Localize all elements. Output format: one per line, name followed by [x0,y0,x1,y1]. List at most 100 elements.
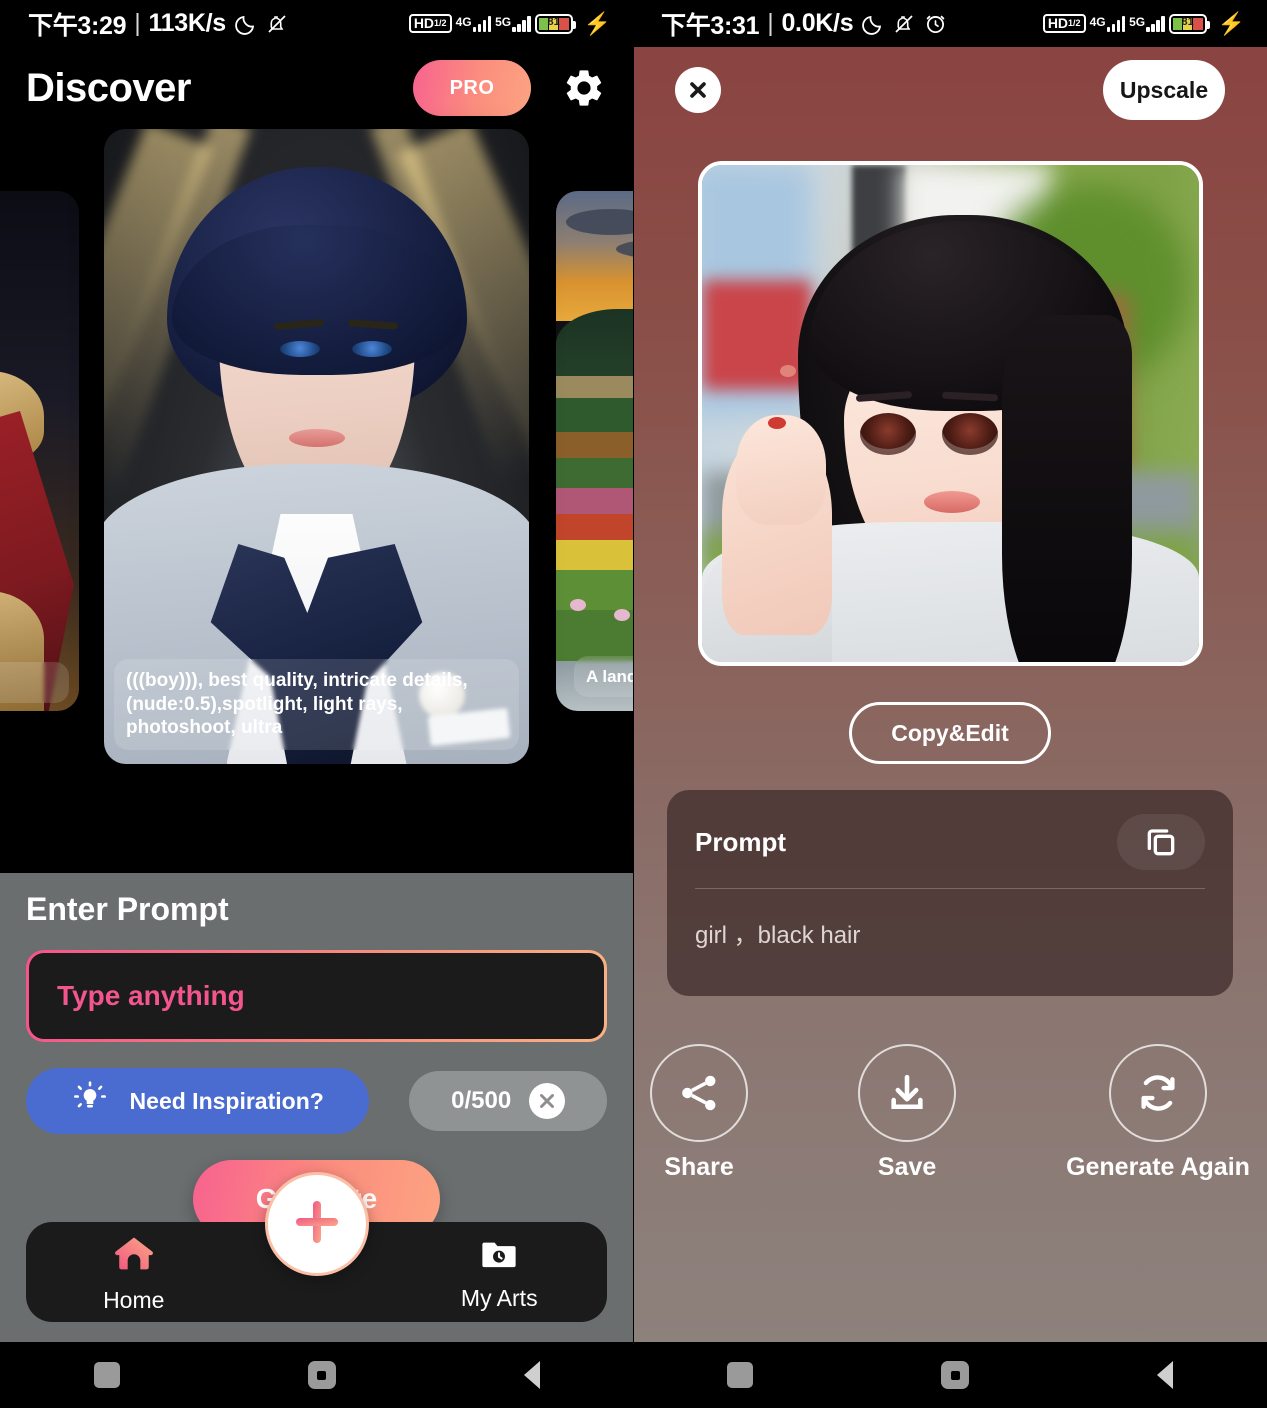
copy-icon[interactable] [1117,814,1205,870]
left-screen: 下午3:29 | 113K/s HD 1/2 4G 5G 81 ⚡ Discov… [0,0,633,1342]
hd-voice-badge: HD 1/2 [408,14,452,33]
network-speed: 0.0K/s [781,9,854,37]
download-icon [858,1044,957,1142]
battery-level: 81 [547,15,560,28]
card-caption: (((boy))), best quality, intricate detai… [114,658,519,750]
status-left-group: 下午3:31 | 0.0K/s [661,6,948,42]
back-chevron-icon[interactable] [1157,1361,1174,1389]
prompt-input-frame[interactable]: Type anything [26,950,607,1042]
hd-sub: 1/2 [434,18,447,28]
dual-screenshot: 下午3:29 | 113K/s HD 1/2 4G 5G 81 ⚡ Discov… [0,0,1267,1408]
generate-again-label: Generate Again [1066,1153,1250,1181]
plus-icon [287,1192,347,1257]
bell-muted-icon [895,14,913,33]
status-separator: | [767,9,774,37]
signal-bars-2 [1146,15,1165,32]
signal-5g: 5G [495,15,531,32]
hd-label: HD [1047,15,1069,31]
copy-edit-row: Copy&Edit [633,702,1267,764]
battery-indicator: 81 [1168,13,1210,34]
hd-label: HD [413,15,435,31]
square-icon[interactable] [93,1362,120,1388]
add-create-fab[interactable] [264,1172,369,1276]
prompt-input-placeholder: Type anything [57,980,245,1011]
sidebar-item-home[interactable]: Home [26,1231,242,1314]
artwork-fantasy-warrior [0,191,79,711]
need-inspiration-label: Need Inspiration? [129,1087,324,1114]
signal-bars-2 [512,15,531,32]
prompt-card-header: Prompt [695,814,1205,870]
clock-time: 下午3:31 [661,11,760,40]
moon-icon [235,15,254,35]
signal-bars-1 [1106,15,1126,32]
home-icon [109,1231,159,1283]
net-label-5g: 5G [495,15,512,29]
generated-image[interactable] [697,161,1203,666]
signal-5g: 5G [1129,15,1165,32]
bell-muted-icon [268,14,286,33]
screen-divider [633,0,634,1408]
sidebar-item-my-arts[interactable]: My Arts [392,1233,608,1312]
discover-header: Discover PRO [0,47,633,129]
close-icon[interactable] [675,67,721,113]
page-title: Discover [26,65,191,110]
status-icon-group [234,12,289,36]
status-right-group: HD 1/2 4G 5G 81 ⚡ [1042,10,1245,37]
carousel-card-prev[interactable]: rt, tic, [0,191,79,711]
copy-and-edit-button[interactable]: Copy&Edit [849,702,1051,764]
left-app-body: Discover PRO (((boy))), best quality, in… [0,47,633,1342]
discover-carousel[interactable]: rt, tic, [0,129,633,789]
save-button[interactable]: Save [858,1044,957,1182]
hd-voice-badge: HD 1/2 [1042,14,1086,33]
android-nav-left [0,1342,634,1408]
lightbulb-icon [72,1080,108,1122]
hd-sub: 1/2 [1068,18,1081,28]
card-caption: A lands ground [574,655,633,697]
home-square-icon[interactable] [941,1361,970,1389]
result-screen-body: Upscale Copy&Edit Prompt girl ，black hai… [633,47,1267,1342]
share-button[interactable]: Share [650,1044,749,1182]
nav-label-my-arts: My Arts [460,1284,538,1311]
carousel-card-active[interactable]: (((boy))), best quality, intricate detai… [104,129,529,764]
moon-icon [862,15,882,35]
net-label-4g: 4G [455,15,472,29]
net-label-4g: 4G [1089,15,1106,29]
charging-bolt-icon: ⚡ [1217,10,1245,36]
card-caption: rt, tic, [0,661,69,703]
prompt-input[interactable]: Type anything [29,953,604,1039]
net-label-5g: 5G [1129,15,1146,29]
carousel-card-next[interactable]: A lands ground [556,191,633,711]
nav-label-home: Home [103,1286,165,1313]
need-inspiration-button[interactable]: Need Inspiration? [26,1068,370,1134]
section-label-enter-prompt: Enter Prompt [26,891,229,927]
share-label: Share [664,1153,734,1181]
generate-again-button[interactable]: Generate Again [1066,1044,1250,1182]
network-speed: 113K/s [148,9,226,37]
square-icon[interactable] [727,1362,754,1388]
result-actions-row: Share Save Generate Again [633,1044,1267,1182]
home-square-icon[interactable] [307,1361,336,1389]
folder-clock-icon [476,1233,522,1281]
charging-bolt-icon: ⚡ [583,10,611,36]
battery-level: 81 [1181,15,1194,28]
clock-time: 下午3:29 [28,11,127,40]
artwork-landscape-field [556,191,633,711]
signal-4g: 4G [456,15,492,32]
battery-indicator: 81 [534,13,576,34]
result-header: Upscale [633,47,1267,133]
android-nav-right [634,1342,1267,1408]
back-chevron-icon[interactable] [523,1361,540,1389]
right-screen: 下午3:31 | 0.0K/s HD 1/2 4G 5G 81 ⚡ Upscal… [633,0,1267,1342]
status-right-group: HD 1/2 4G 5G 81 ⚡ [408,10,611,37]
status-icon-group [861,11,948,36]
pro-button[interactable]: PRO [413,60,531,116]
status-bar-left: 下午3:29 | 113K/s HD 1/2 4G 5G 81 ⚡ [0,0,633,47]
gear-icon[interactable] [561,65,607,111]
char-count-pill[interactable]: 0/500 [409,1071,607,1131]
close-icon[interactable] [529,1083,566,1119]
upscale-button[interactable]: Upscale [1103,60,1225,120]
prompt-card-text: girl ，black hair [695,922,861,949]
signal-4g: 4G [1090,15,1126,32]
save-label: Save [877,1153,937,1181]
prompt-card-title: Prompt [695,826,786,857]
